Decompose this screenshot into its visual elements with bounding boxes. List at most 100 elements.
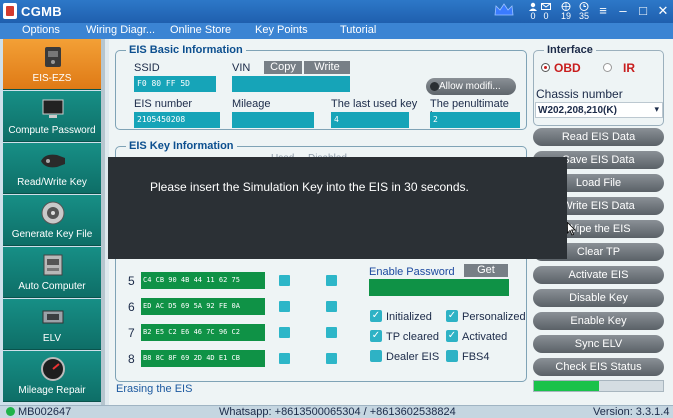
activated-label: Activated [462, 331, 508, 343]
key-data-field[interactable]: B2 E5 C2 E6 46 7C 96 C2 [141, 324, 265, 341]
sidebar-item-mileage-repair[interactable]: Mileage Repair [3, 351, 101, 402]
crown-icon[interactable] [494, 3, 514, 17]
mail-count: 0 [543, 11, 549, 21]
key-used-checkbox[interactable] [279, 275, 290, 286]
group-title: EIS Basic Information [126, 44, 246, 56]
message-dialog: Please insert the Simulation Key into th… [108, 157, 567, 259]
mouse-cursor-icon [567, 222, 576, 236]
eis-number-label: EIS number [134, 98, 193, 110]
disable-key-button[interactable]: Disable Key [533, 289, 664, 307]
key-number: 8 [128, 352, 135, 366]
personalized-label: Personalized [462, 311, 526, 323]
sidebar-item-generate-key-file[interactable]: Generate Key File [3, 195, 101, 246]
eis-number-field[interactable]: 2105450208 [134, 112, 220, 128]
initialized-checkbox[interactable]: ✓ [370, 310, 382, 322]
ir-label: IR [623, 61, 635, 75]
mail-stat[interactable]: 0 [535, 2, 557, 21]
key-disabled-checkbox[interactable] [326, 327, 337, 338]
sidebar-item-elv[interactable]: ELV [3, 299, 101, 350]
chassis-select[interactable]: W202,208,210(K) ▾ [535, 102, 663, 118]
sidebar-item-auto-computer[interactable]: Auto Computer [3, 247, 101, 298]
menu-wiring-diagram[interactable]: Wiring Diagr... [86, 24, 155, 36]
check-eis-status-button[interactable]: Check EIS Status [533, 358, 664, 376]
mail-icon [541, 3, 551, 10]
sidebar-scrollbar[interactable] [101, 39, 105, 405]
obd-radio[interactable] [541, 63, 550, 72]
copy-button[interactable]: Copy [264, 61, 302, 74]
dealer-eis-checkbox[interactable] [370, 350, 382, 362]
sidebar-item-label: ELV [42, 333, 62, 344]
enable-password-field[interactable] [369, 279, 509, 296]
ssid-field[interactable]: F0 80 FF 5D [134, 76, 216, 92]
status-bar: MB002647 Whatsapp: +8613500065304 / +861… [0, 405, 673, 418]
interface-group: Interface OBD IR Chassis number W202,208… [533, 44, 664, 126]
close-button[interactable]: ✕ [654, 2, 672, 20]
group-title: Interface [544, 44, 596, 56]
fbs4-checkbox[interactable] [446, 350, 458, 362]
sidebar-item-eis-ezs[interactable]: EIS-EZS [3, 39, 101, 90]
key-number: 7 [128, 326, 135, 340]
mileage-field[interactable] [232, 112, 314, 128]
chassis-value: W202,208,210(K) [538, 105, 617, 116]
clock-stat[interactable]: 35 [573, 2, 595, 21]
activated-checkbox[interactable]: ✓ [446, 330, 458, 342]
last-used-key-label: The last used key [331, 98, 418, 110]
app-logo-icon [3, 3, 17, 19]
eis-icon [45, 47, 61, 67]
vin-label: VIN [232, 62, 251, 74]
version-label: Version: 3.3.1.4 [593, 406, 670, 418]
sidebar-item-label: Compute Password [8, 125, 96, 136]
progress-fill [534, 381, 599, 391]
tp-cleared-checkbox[interactable]: ✓ [370, 330, 382, 342]
maximize-button[interactable]: □ [634, 2, 652, 20]
title-bar: CGMB 0 0 19 35 ≡ – □ ✕ [0, 0, 673, 23]
sidebar-item-compute-password[interactable]: Compute Password [3, 91, 101, 142]
progress-bar [533, 380, 664, 392]
write-vin-button[interactable]: Write [304, 61, 350, 74]
clock-count: 35 [578, 11, 589, 21]
key-used-checkbox[interactable] [279, 353, 290, 364]
key-disabled-checkbox[interactable] [326, 275, 337, 286]
sidebar-item-label: Auto Computer [18, 281, 86, 292]
clock-icon [579, 2, 589, 11]
computer-icon [42, 99, 64, 118]
activate-eis-button[interactable]: Activate EIS [533, 266, 664, 284]
key-data-field[interactable]: ED AC D5 69 5A 92 FE 0A [141, 298, 265, 315]
car-key-icon [41, 154, 65, 168]
disc-icon [41, 201, 65, 225]
gauge-icon [41, 357, 65, 381]
chassis-label: Chassis number [536, 87, 623, 101]
fbs4-label: FBS4 [462, 351, 490, 363]
minimize-button[interactable]: – [614, 2, 632, 20]
chevron-down-icon: ▾ [654, 104, 659, 114]
personalized-checkbox[interactable]: ✓ [446, 310, 458, 322]
enable-key-button[interactable]: Enable Key [533, 312, 664, 330]
key-disabled-checkbox[interactable] [326, 301, 337, 312]
key-disabled-checkbox[interactable] [326, 353, 337, 364]
key-data-field[interactable]: B8 8C 8F 69 2D 4D E1 CB [141, 350, 265, 367]
sidebar-item-read-write-key[interactable]: Read/Write Key [3, 143, 101, 194]
dealer-eis-label: Dealer EIS [386, 351, 440, 363]
last-used-key-field[interactable]: 4 [331, 112, 409, 128]
dialog-message: Please insert the Simulation Key into th… [150, 180, 469, 194]
vin-field[interactable] [232, 76, 350, 92]
key-data-field[interactable]: C4 CB 90 4B 44 11 62 75 [141, 272, 265, 289]
group-title: EIS Key Information [126, 140, 237, 152]
allow-modification-toggle[interactable]: Allow modifi... [426, 78, 516, 95]
key-used-checkbox[interactable] [279, 301, 290, 312]
menu-key-points[interactable]: Key Points [255, 24, 308, 36]
read-eis-data-button[interactable]: Read EIS Data [533, 128, 664, 146]
menu-tutorial[interactable]: Tutorial [340, 24, 376, 36]
menu-bar: Options Wiring Diagr... Online Store Key… [0, 23, 673, 39]
app-title: CGMB [21, 4, 62, 19]
menu-lines-icon[interactable]: ≡ [594, 2, 612, 20]
elv-icon [42, 310, 64, 324]
ir-radio[interactable] [603, 63, 612, 72]
menu-options[interactable]: Options [22, 24, 60, 36]
key-used-checkbox[interactable] [279, 327, 290, 338]
ssid-label: SSID [134, 62, 160, 74]
sync-elv-button[interactable]: Sync ELV [533, 335, 664, 353]
menu-online-store[interactable]: Online Store [170, 24, 231, 36]
penultimate-key-field[interactable]: 2 [430, 112, 520, 128]
get-password-button[interactable]: Get [464, 264, 508, 277]
